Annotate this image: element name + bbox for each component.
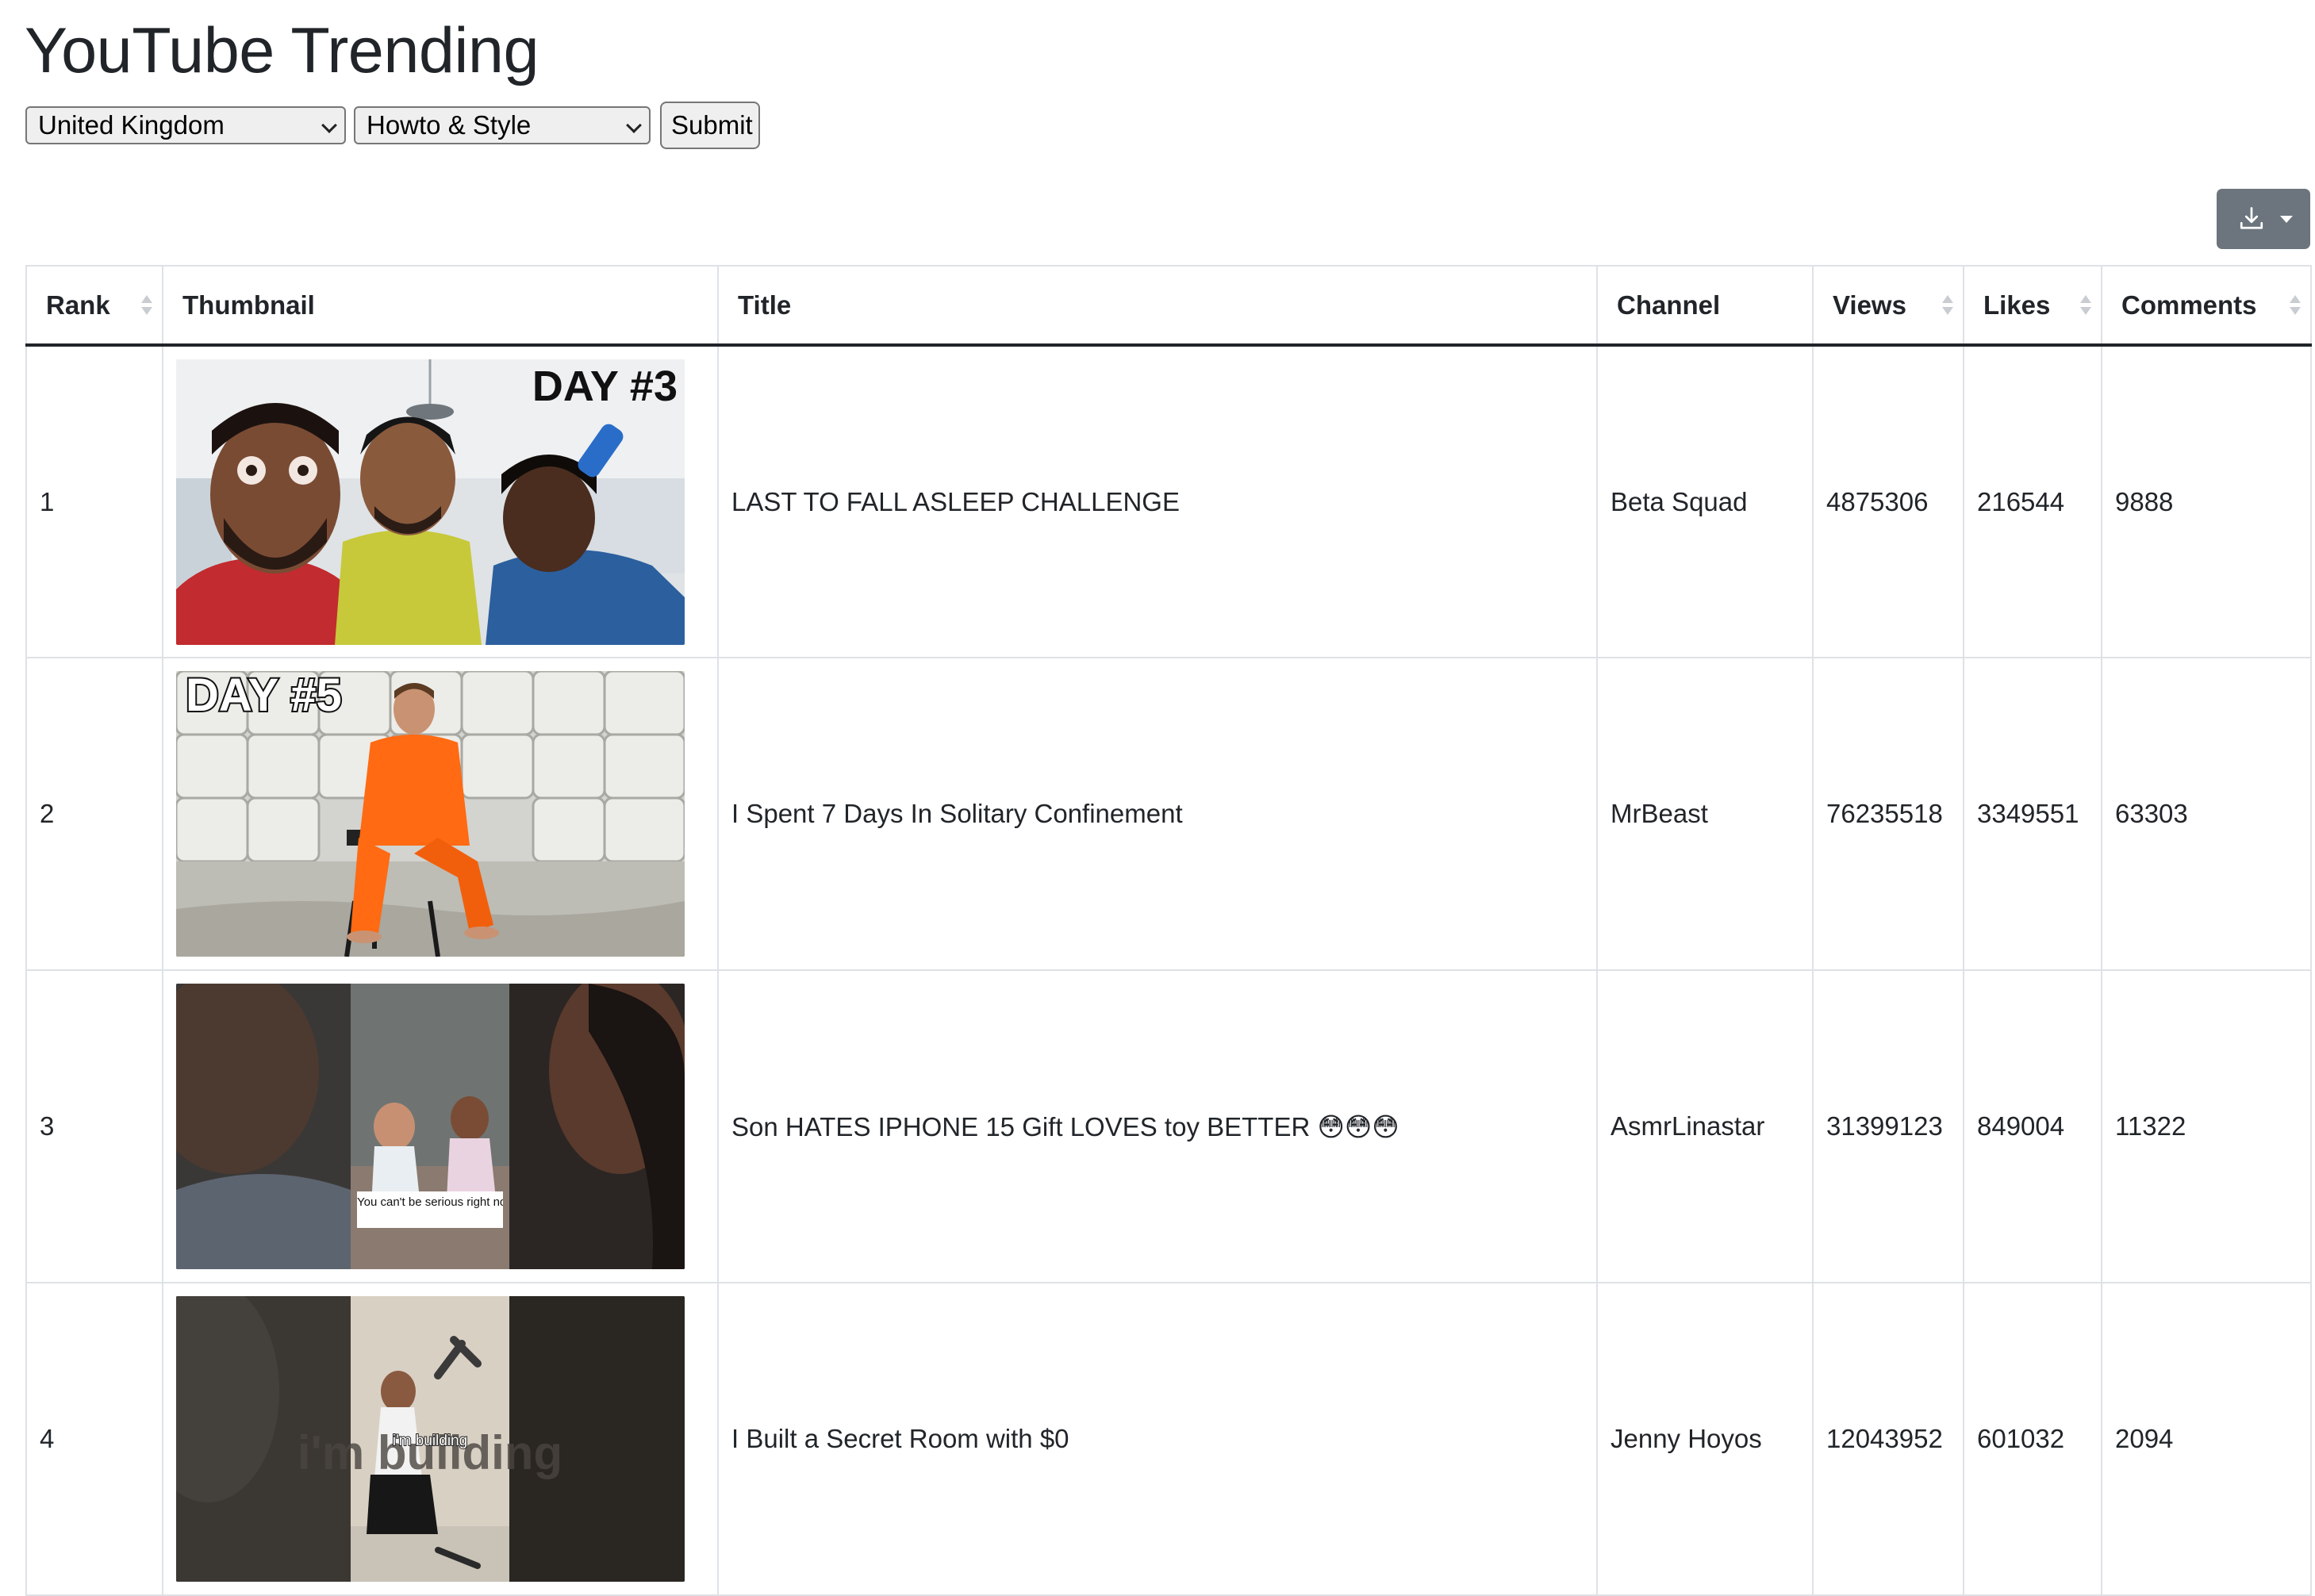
views-cell: 12043952 bbox=[1812, 1282, 1964, 1596]
table-row: 1 DAY #3 LAST TO FALL ASLEEP CHALLENGE B… bbox=[25, 344, 2312, 658]
views-cell: 31399123 bbox=[1812, 969, 1964, 1283]
thumbnail-cell: DAY #3 bbox=[162, 344, 719, 658]
column-header-label: Likes bbox=[1983, 290, 2051, 320]
comments-cell: 63303 bbox=[2101, 657, 2312, 971]
rank-cell: 4 bbox=[25, 1282, 163, 1596]
sort-icon bbox=[1942, 295, 1953, 317]
export-button[interactable] bbox=[2217, 189, 2310, 249]
column-header-thumbnail: Thumbnail bbox=[162, 265, 719, 347]
column-header-label: Comments bbox=[2121, 290, 2257, 320]
likes-cell: 849004 bbox=[1963, 969, 2102, 1283]
title-cell[interactable]: Son HATES IPHONE 15 Gift LOVES toy BETTE… bbox=[717, 969, 1598, 1283]
column-header-label: Thumbnail bbox=[182, 290, 315, 320]
views-cell: 76235518 bbox=[1812, 657, 1964, 971]
column-header-comments[interactable]: Comments bbox=[2101, 265, 2312, 347]
download-icon bbox=[2240, 207, 2263, 229]
category-select-value: Howto & Style bbox=[367, 110, 532, 140]
column-header-rank[interactable]: Rank bbox=[25, 265, 163, 347]
channel-cell[interactable]: Jenny Hoyos bbox=[1596, 1282, 1814, 1596]
comments-cell: 11322 bbox=[2101, 969, 2312, 1283]
rank-cell: 2 bbox=[25, 657, 163, 971]
column-header-label: Channel bbox=[1617, 290, 1721, 320]
title-cell[interactable]: LAST TO FALL ASLEEP CHALLENGE bbox=[717, 344, 1598, 658]
likes-cell: 216544 bbox=[1963, 344, 2102, 658]
chevron-down-icon bbox=[626, 117, 642, 133]
thumbnail-badge: DAY #3 bbox=[532, 363, 678, 410]
table-header-row: Rank Thumbnail Title Channel Views Likes… bbox=[25, 265, 2312, 347]
thumbnail-cell: i'm building i'm building bbox=[162, 1282, 719, 1596]
category-select[interactable]: Howto & Style bbox=[354, 106, 651, 144]
video-thumbnail[interactable]: You can't be serious right now 😳😳😳 bbox=[176, 984, 685, 1269]
video-thumbnail[interactable]: DAY #5 bbox=[176, 671, 685, 957]
table-row: 4 i'm building i'm building I Built a Se… bbox=[25, 1282, 2312, 1596]
channel-cell[interactable]: AsmrLinastar bbox=[1596, 969, 1814, 1283]
sort-icon bbox=[2290, 295, 2301, 317]
page-title: YouTube Trending bbox=[25, 15, 539, 86]
table-row: 2 DAY #5 I Spent 7 Days In Solitary Conf… bbox=[25, 657, 2312, 971]
column-header-label: Views bbox=[1833, 290, 1906, 320]
comments-cell: 9888 bbox=[2101, 344, 2312, 658]
caret-down-icon bbox=[2280, 216, 2293, 223]
comments-cell: 2094 bbox=[2101, 1282, 2312, 1596]
thumbnail-caption: You can't be serious right now 😳😳😳 bbox=[357, 1195, 503, 1209]
sort-icon bbox=[2080, 295, 2091, 317]
title-cell[interactable]: I Spent 7 Days In Solitary Confinement bbox=[717, 657, 1598, 971]
channel-cell[interactable]: Beta Squad bbox=[1596, 344, 1814, 658]
rank-cell: 1 bbox=[25, 344, 163, 658]
thumbnail-cell: DAY #5 bbox=[162, 657, 719, 971]
likes-cell: 3349551 bbox=[1963, 657, 2102, 971]
column-header-channel: Channel bbox=[1596, 265, 1814, 347]
chevron-down-icon bbox=[321, 117, 337, 133]
thumbnail-cell: You can't be serious right now 😳😳😳 bbox=[162, 969, 719, 1283]
column-header-label: Rank bbox=[46, 290, 110, 320]
video-thumbnail[interactable]: DAY #3 bbox=[176, 359, 685, 645]
rank-cell: 3 bbox=[25, 969, 163, 1283]
column-header-views[interactable]: Views bbox=[1812, 265, 1964, 347]
video-thumbnail[interactable]: i'm building i'm building bbox=[176, 1296, 685, 1582]
submit-button[interactable]: Submit bbox=[660, 102, 760, 149]
views-cell: 4875306 bbox=[1812, 344, 1964, 658]
trending-table: Rank Thumbnail Title Channel Views Likes… bbox=[25, 265, 2312, 1596]
thumbnail-caption: i'm building bbox=[393, 1433, 467, 1449]
likes-cell: 601032 bbox=[1963, 1282, 2102, 1596]
column-header-likes[interactable]: Likes bbox=[1963, 265, 2102, 347]
title-cell[interactable]: I Built a Secret Room with $0 bbox=[717, 1282, 1598, 1596]
country-select[interactable]: United Kingdom bbox=[25, 106, 346, 144]
column-header-label: Title bbox=[738, 290, 792, 320]
thumbnail-badge: DAY #5 bbox=[186, 671, 342, 721]
column-header-title: Title bbox=[717, 265, 1598, 347]
country-select-value: United Kingdom bbox=[38, 110, 225, 140]
sort-icon bbox=[141, 295, 152, 317]
channel-cell[interactable]: MrBeast bbox=[1596, 657, 1814, 971]
table-row: 3 You can't be serious right n Son HATES… bbox=[25, 969, 2312, 1283]
